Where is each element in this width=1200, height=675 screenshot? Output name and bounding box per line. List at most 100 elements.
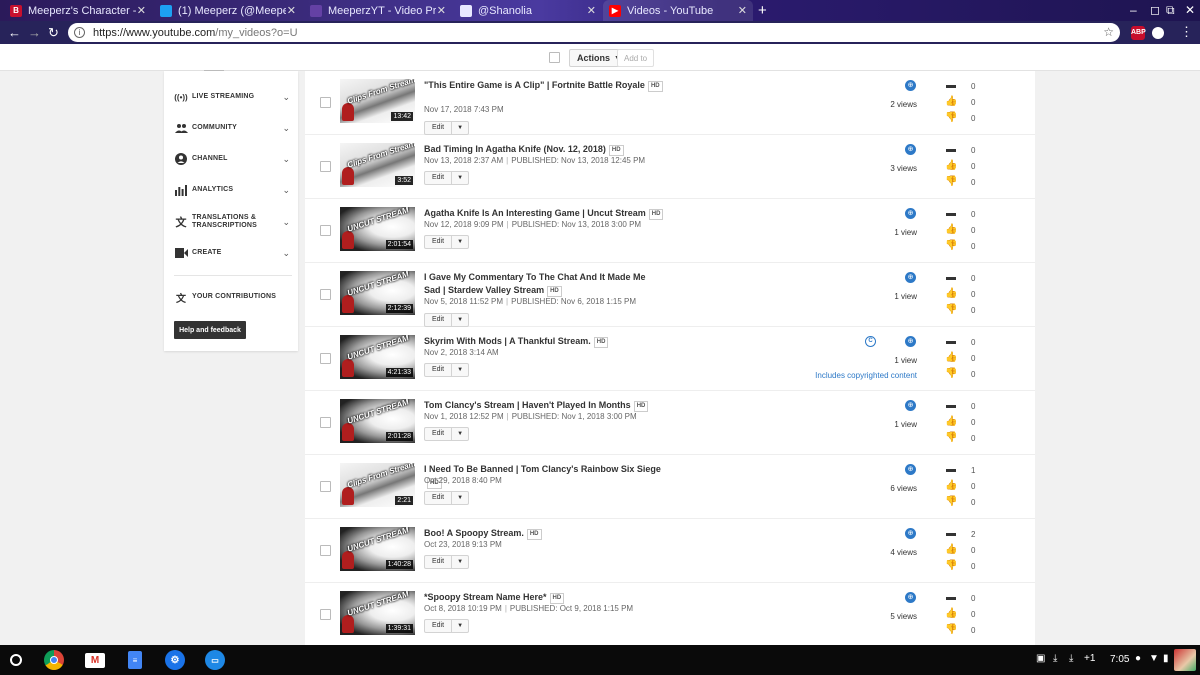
video-select-checkbox[interactable] (320, 417, 331, 428)
browser-menu-icon[interactable]: ⋮ (1180, 24, 1193, 40)
public-visibility-icon[interactable]: ⊕ (905, 464, 916, 475)
browser-tab[interactable]: ▶ Videos - YouTube ✕ (603, 0, 753, 21)
sidebar-item-contributions[interactable]: 文 YOUR CONTRIBUTIONS (164, 287, 298, 307)
edit-dropdown-caret-icon[interactable]: ▼ (452, 556, 468, 568)
public-visibility-icon[interactable]: ⊕ (905, 144, 916, 155)
video-select-checkbox[interactable] (320, 609, 331, 620)
extension-circle-icon[interactable] (1152, 27, 1164, 39)
edit-dropdown-caret-icon[interactable]: ▼ (452, 620, 468, 632)
download-icon-2[interactable]: ⤓ (1069, 653, 1073, 664)
notifications-icon[interactable]: ● (1135, 653, 1141, 664)
view-count[interactable]: 1 view (894, 228, 917, 237)
browser-tab[interactable]: @Shanolia ✕ (454, 0, 602, 21)
wifi-icon[interactable]: ▼ (1149, 653, 1159, 664)
add-to-button[interactable]: Add to (617, 49, 655, 67)
video-select-checkbox[interactable] (320, 161, 331, 172)
view-count[interactable]: 4 views (890, 548, 917, 557)
edit-button[interactable]: Edit ▼ (424, 427, 470, 441)
help-feedback-button[interactable]: Help and feedback (174, 321, 246, 339)
video-thumbnail[interactable]: UNCUT STREAM 2:01:54 (340, 207, 415, 251)
view-count[interactable]: 5 views (890, 612, 917, 621)
public-visibility-icon[interactable]: ⊕ (905, 336, 916, 347)
video-thumbnail[interactable]: UNCUT STREAM 2:12:39 (340, 271, 415, 315)
gmail-app-icon[interactable]: M (85, 653, 105, 668)
edit-button[interactable]: Edit ▼ (424, 491, 470, 505)
view-count[interactable]: 2 views (890, 100, 917, 109)
site-info-icon[interactable]: i (74, 27, 85, 38)
video-thumbnail[interactable]: UNCUT STREAM 2:01:28 (340, 399, 415, 443)
video-select-checkbox[interactable] (320, 545, 331, 556)
public-visibility-icon[interactable]: ⊕ (905, 400, 916, 411)
video-title[interactable]: Tom Clancy's Stream | Haven't Played In … (424, 399, 664, 412)
public-visibility-icon[interactable]: ⊕ (905, 272, 916, 283)
tab-close-icon[interactable]: ✕ (587, 4, 596, 17)
view-count[interactable]: 1 view (894, 356, 917, 365)
video-thumbnail[interactable]: Clips From Stream 2:21 (340, 463, 415, 507)
address-bar[interactable]: i https://www.youtube.com/my_videos?o=U … (68, 23, 1120, 42)
edit-dropdown-caret-icon[interactable]: ▼ (452, 428, 468, 440)
video-thumbnail[interactable]: UNCUT STREAM 1:39:31 (340, 591, 415, 635)
video-thumbnail[interactable]: Clips From Stream 13:42 (340, 79, 415, 123)
browser-tab[interactable]: B Meeperz's Character - D&D Beyon✕ (4, 0, 152, 21)
battery-icon[interactable]: ▮ (1163, 653, 1169, 664)
adblock-extension-icon[interactable]: ABP (1131, 26, 1146, 40)
download-icon[interactable]: ⤓ (1053, 653, 1057, 664)
bookmark-star-icon[interactable]: ☆ (1103, 25, 1114, 39)
edit-button[interactable]: Edit ▼ (424, 313, 470, 327)
chevron-down-icon[interactable]: ⌄ (282, 248, 290, 259)
video-thumbnail[interactable]: UNCUT STREAM 4:21:33 (340, 335, 415, 379)
video-thumbnail[interactable]: Clips From Stream 3:52 (340, 143, 415, 187)
chevron-down-icon[interactable]: ⌄ (282, 123, 290, 134)
view-count[interactable]: 1 view (894, 420, 917, 429)
public-visibility-icon[interactable]: ⊕ (905, 208, 916, 219)
close-window-icon[interactable]: ✕ (1185, 3, 1195, 17)
edit-button[interactable]: Edit ▼ (424, 363, 470, 377)
view-count[interactable]: 1 view (894, 292, 917, 301)
edit-dropdown-caret-icon[interactable]: ▼ (452, 364, 468, 376)
restore-icon[interactable]: ⧉ (1166, 3, 1175, 18)
video-select-checkbox[interactable] (320, 353, 331, 364)
edit-dropdown-caret-icon[interactable]: ▼ (452, 122, 468, 134)
edit-dropdown-caret-icon[interactable]: ▼ (452, 492, 468, 504)
edit-button[interactable]: Edit ▼ (424, 121, 470, 135)
files-app-icon[interactable]: ▭ (205, 650, 225, 670)
chevron-down-icon[interactable]: ⌄ (282, 154, 290, 165)
tab-close-icon[interactable]: ✕ (137, 4, 146, 17)
screenshot-notification-icon[interactable]: ▣ (1036, 653, 1045, 664)
video-select-checkbox[interactable] (320, 481, 331, 492)
video-title[interactable]: "This Entire Game is A Clip" | Fortnite … (424, 79, 664, 92)
chrome-app-icon[interactable] (44, 650, 64, 670)
video-select-checkbox[interactable] (320, 225, 331, 236)
video-title[interactable]: Bad Timing In Agatha Knife (Nov. 12, 201… (424, 143, 664, 156)
edit-dropdown-caret-icon[interactable]: ▼ (452, 236, 468, 248)
docs-app-icon[interactable]: ≡ (128, 651, 142, 669)
copyright-notice-link[interactable]: Includes copyrighted content (815, 371, 917, 380)
sidebar-item-channel[interactable]: CHANNEL ⌄ (164, 149, 298, 169)
video-title[interactable]: Skyrim With Mods | A Thankful Stream. HD (424, 335, 664, 348)
settings-app-icon[interactable]: ⚙ (165, 650, 185, 670)
browser-tab[interactable]: MeeperzYT - Video Producer - Tw✕ (304, 0, 452, 21)
video-title[interactable]: Agatha Knife Is An Interesting Game | Un… (424, 207, 664, 220)
reload-icon[interactable]: ↻ (48, 25, 59, 41)
video-title[interactable]: Boo! A Spoopy Stream. HD (424, 527, 664, 540)
tab-close-icon[interactable]: ✕ (287, 4, 296, 17)
video-title[interactable]: I Gave My Commentary To The Chat And It … (424, 271, 664, 297)
sidebar-item-create[interactable]: CREATE ⌄ (164, 243, 298, 263)
sidebar-item-analytics[interactable]: ANALYTICS ⌄ (164, 180, 298, 200)
view-count[interactable]: 6 views (890, 484, 917, 493)
back-icon[interactable]: ← (8, 25, 21, 40)
browser-tab[interactable]: (1) Meeperz (@MeeperzYT) | Twi✕ (154, 0, 302, 21)
video-select-checkbox[interactable] (320, 97, 331, 108)
video-thumbnail[interactable]: UNCUT STREAM 1:40:28 (340, 527, 415, 571)
edit-button[interactable]: Edit ▼ (424, 171, 470, 185)
chevron-down-icon[interactable]: ⌄ (282, 217, 290, 228)
edit-dropdown-caret-icon[interactable]: ▼ (452, 314, 468, 326)
view-count[interactable]: 3 views (890, 164, 917, 173)
sidebar-item-live-streaming[interactable]: ((•)) LIVE STREAMING ⌄ (164, 87, 298, 107)
chevron-down-icon[interactable]: ⌄ (282, 185, 290, 196)
launcher-icon[interactable] (10, 654, 22, 666)
public-visibility-icon[interactable]: ⊕ (905, 80, 916, 91)
public-visibility-icon[interactable]: ⊕ (905, 528, 916, 539)
chevron-down-icon[interactable]: ⌄ (282, 92, 290, 103)
public-visibility-icon[interactable]: ⊕ (905, 592, 916, 603)
